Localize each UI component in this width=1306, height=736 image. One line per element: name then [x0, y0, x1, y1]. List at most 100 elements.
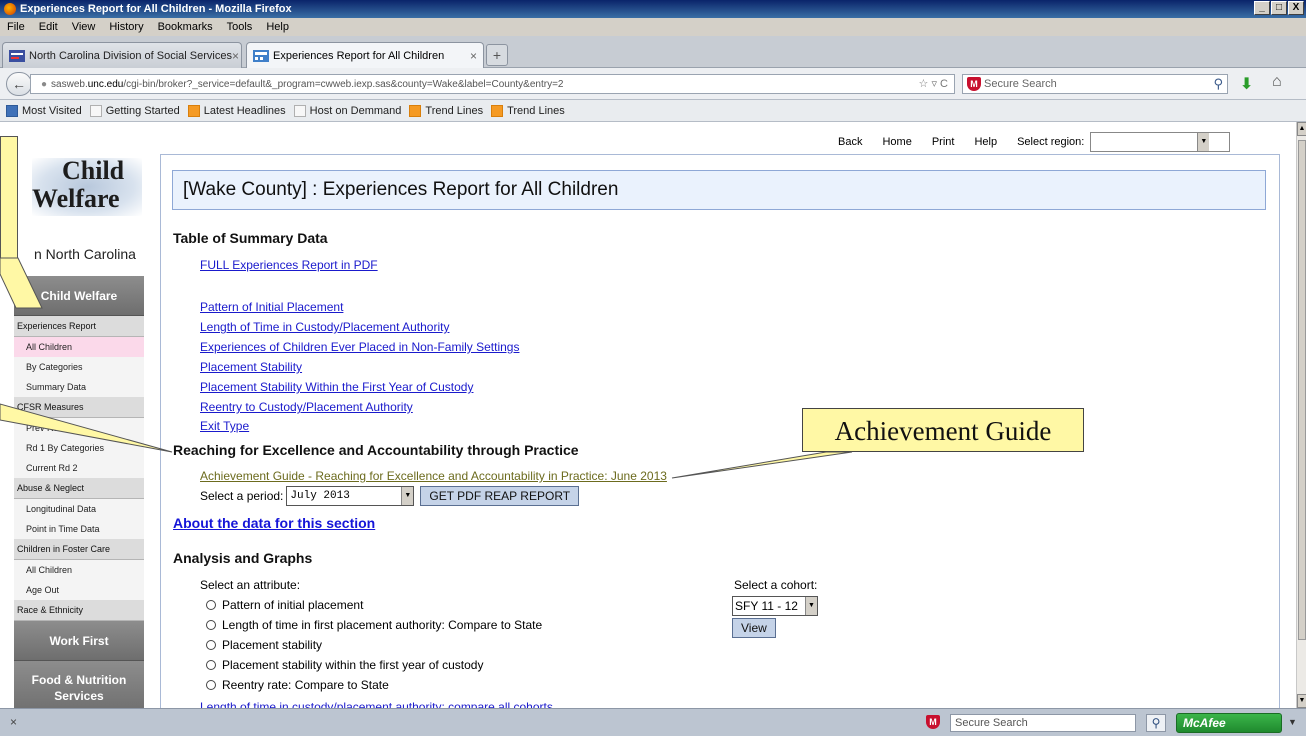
attribute-option[interactable]: Pattern of initial placement — [206, 598, 363, 612]
callout-box-left — [0, 136, 18, 264]
sidebar-item-longitudinal[interactable]: Longitudinal Data — [14, 499, 144, 519]
tab-nc-dss[interactable]: North Carolina Division of Social Servic… — [2, 42, 242, 68]
rss-icon — [491, 104, 504, 117]
link-placement-stability[interactable]: Placement Stability — [200, 360, 302, 374]
menu-history[interactable]: History — [102, 21, 150, 33]
link-reentry[interactable]: Reentry to Custody/Placement Authority — [200, 400, 413, 414]
mcafee-shield-icon[interactable]: M — [926, 715, 940, 729]
menu-file[interactable]: File — [0, 21, 32, 33]
bookmark-host-on-demmand[interactable]: Host on Demmand — [293, 104, 401, 117]
nav-home-link[interactable]: Home — [882, 136, 911, 148]
sidebar-head-food-nutrition[interactable]: Food & Nutrition Services — [14, 661, 144, 708]
link-pattern-initial-placement[interactable]: Pattern of Initial Placement — [200, 300, 343, 314]
child-welfare-logo[interactable]: Child Welfare — [12, 150, 142, 230]
tab-label: Experiences Report for All Children — [273, 49, 445, 62]
search-input[interactable]: M Secure Search ⚲ — [962, 74, 1228, 94]
sidebar-head-work-first[interactable]: Work First — [14, 621, 144, 661]
sidebar-section-cfsr[interactable]: CFSR Measures — [14, 397, 144, 418]
get-pdf-reap-report-button[interactable]: GET PDF REAP REPORT — [420, 486, 580, 506]
home-icon[interactable]: ⌂ — [1272, 73, 1282, 91]
sidebar-item-point-in-time[interactable]: Point in Time Data — [14, 519, 144, 539]
link-length-of-time[interactable]: Length of Time in Custody/Placement Auth… — [200, 320, 449, 334]
bookmark-getting-started[interactable]: Getting Started — [89, 104, 180, 117]
scroll-thumb[interactable] — [1298, 140, 1306, 640]
menu-edit[interactable]: Edit — [32, 21, 65, 33]
radio-icon[interactable] — [206, 660, 216, 670]
sidebar-section-experiences[interactable]: Experiences Report — [14, 316, 144, 337]
logo-word-welfare: Welfare — [32, 184, 120, 213]
attribute-option[interactable]: Placement stability within the first yea… — [206, 658, 483, 672]
sidebar-item-all-children[interactable]: All Children — [14, 337, 144, 357]
status-bar: × M Secure Search ⚲ McAfee ▼ — [0, 708, 1306, 736]
menu-tools[interactable]: Tools — [220, 21, 260, 33]
sidebar-section-race-ethnicity[interactable]: Race & Ethnicity — [14, 600, 144, 621]
analysis-heading: Analysis and Graphs — [173, 550, 313, 566]
radio-icon[interactable] — [206, 620, 216, 630]
link-exit-type[interactable]: Exit Type — [200, 419, 249, 433]
sidebar-section-abuse-neglect[interactable]: Abuse & Neglect — [14, 478, 144, 499]
scroll-down-icon[interactable]: ▼ — [1297, 694, 1306, 708]
menu-help[interactable]: Help — [259, 21, 296, 33]
nav-help-link[interactable]: Help — [974, 136, 997, 148]
bookmark-trend-lines[interactable]: Trend Lines — [409, 104, 484, 117]
tab-experiences-report[interactable]: Experiences Report for All Children × — [246, 42, 484, 68]
sidebar-item-fc-all-children[interactable]: All Children — [14, 560, 144, 580]
sidebar-item-rd1-categories[interactable]: Rd 1 By Categories — [14, 438, 144, 458]
url-bar[interactable]: ● sasweb. unc.edu/cgi-bin/broker?_service… — [30, 74, 955, 94]
region-select[interactable]: ▼ — [1090, 132, 1231, 152]
url-domain: unc.edu — [87, 78, 124, 90]
view-button[interactable]: View — [732, 618, 776, 638]
tab-label: North Carolina Division of Social Servic… — [29, 49, 232, 62]
search-icon[interactable]: ⚲ — [1146, 714, 1166, 732]
close-tab-icon[interactable]: × — [470, 49, 477, 63]
sidebar-item-age-out[interactable]: Age Out — [14, 580, 144, 600]
download-icon[interactable]: ⬇ — [1240, 74, 1253, 94]
link-non-family-settings[interactable]: Experiences of Children Ever Placed in N… — [200, 340, 519, 354]
vertical-scrollbar[interactable]: ▲ ▼ — [1296, 122, 1306, 708]
scroll-up-icon[interactable]: ▲ — [1297, 122, 1306, 136]
sidebar-item-by-categories[interactable]: By Categories — [14, 357, 144, 377]
radio-icon[interactable] — [206, 600, 216, 610]
sidebar-item-summary-data[interactable]: Summary Data — [14, 377, 144, 397]
bookmark-most-visited[interactable]: Most Visited — [6, 104, 82, 117]
achievement-guide-link[interactable]: Achievement Guide - Reaching for Excelle… — [200, 469, 667, 483]
reap-heading: Reaching for Excellence and Accountabili… — [173, 442, 579, 458]
status-search-input[interactable]: Secure Search — [950, 714, 1136, 732]
sidebar-item-prev-rd1[interactable]: Prev Rd 1 — [14, 418, 144, 438]
bookmark-label: Trend Lines — [425, 104, 484, 117]
full-report-pdf-link[interactable]: FULL Experiences Report in PDF — [200, 258, 378, 272]
attribute-option[interactable]: Placement stability — [206, 638, 322, 652]
close-window-button[interactable]: X — [1288, 1, 1304, 15]
link-stability-first-year[interactable]: Placement Stability Within the First Yea… — [200, 380, 473, 394]
close-tab-icon[interactable]: × — [232, 49, 239, 63]
about-data-link[interactable]: About the data for this section — [173, 515, 375, 531]
nav-back-link[interactable]: Back — [838, 136, 862, 148]
chevron-down-icon[interactable]: ▼ — [1288, 717, 1297, 727]
compare-cohorts-link[interactable]: Length of time in custody/placement auth… — [200, 700, 553, 708]
period-select[interactable]: July 2013 ▼ — [286, 486, 415, 506]
mcafee-badge[interactable]: McAfee — [1176, 713, 1282, 733]
sidebar-item-current-rd2[interactable]: Current Rd 2 — [14, 458, 144, 478]
bookmark-star-reload-icon[interactable]: ☆ ▿ C — [919, 77, 948, 90]
new-tab-button[interactable]: + — [486, 44, 508, 66]
close-addon-bar-icon[interactable]: × — [10, 715, 17, 729]
minimize-button[interactable]: _ — [1254, 1, 1270, 15]
bookmark-trend-lines-2[interactable]: Trend Lines — [491, 104, 565, 117]
nav-print-link[interactable]: Print — [932, 136, 955, 148]
bookmark-latest-headlines[interactable]: Latest Headlines — [187, 104, 286, 117]
maximize-button[interactable]: □ — [1271, 1, 1287, 15]
radio-icon[interactable] — [206, 640, 216, 650]
bookmark-label: Latest Headlines — [203, 104, 286, 117]
menu-view[interactable]: View — [65, 21, 103, 33]
cohort-select[interactable]: SFY 11 - 12 ▼ — [732, 596, 818, 616]
attribute-option[interactable]: Reentry rate: Compare to State — [206, 678, 389, 692]
sidebar-head-child-welfare[interactable]: Child Welfare — [14, 276, 144, 316]
page-icon — [293, 104, 306, 117]
back-arrow-icon[interactable]: ← — [6, 72, 32, 96]
period-row: Select a period: July 2013 ▼ GET PDF REA… — [200, 486, 580, 506]
sidebar-section-foster-care[interactable]: Children in Foster Care — [14, 539, 144, 560]
search-icon[interactable]: ⚲ — [1213, 76, 1223, 92]
radio-icon[interactable] — [206, 680, 216, 690]
attribute-option[interactable]: Length of time in first placement author… — [206, 618, 542, 632]
menu-bookmarks[interactable]: Bookmarks — [151, 21, 220, 33]
